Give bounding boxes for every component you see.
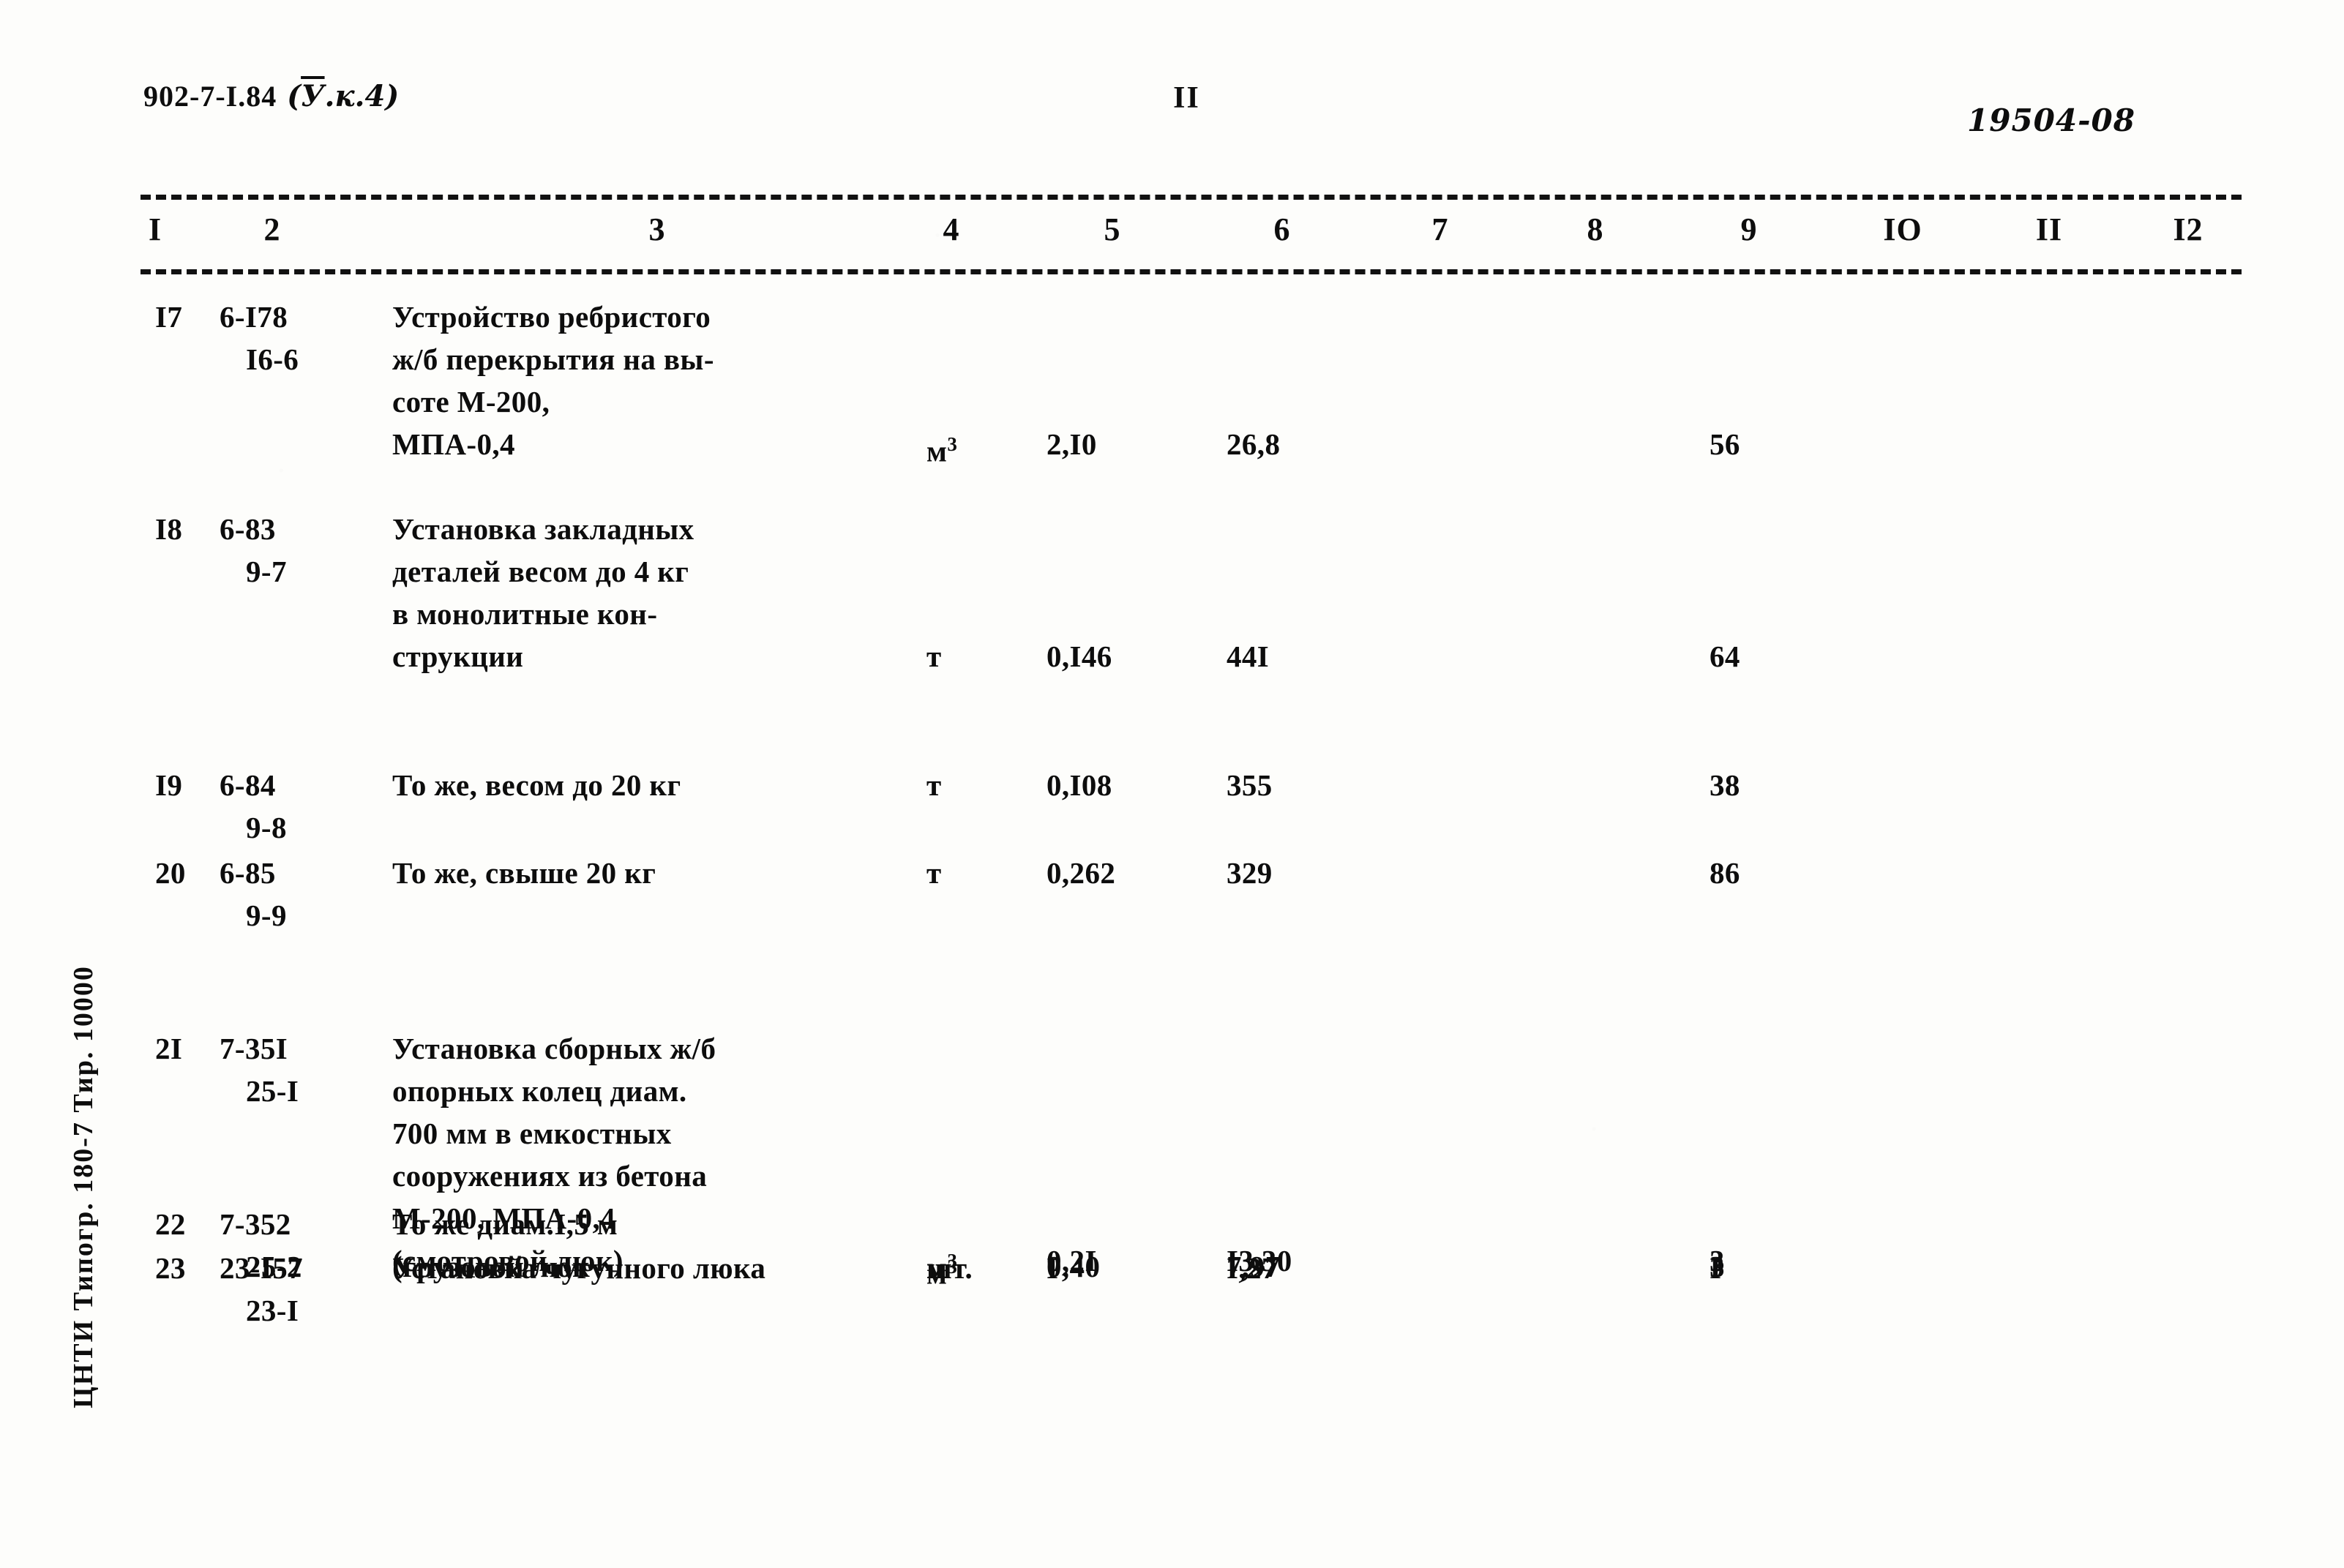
- row-unit: т: [926, 856, 942, 890]
- row-unit: шт.: [926, 1251, 973, 1285]
- row-description-line: ж/б перекрытия на вы-: [392, 342, 714, 376]
- column-header-12: I2: [2173, 211, 2203, 247]
- row-description-line: Устройство ребристого: [392, 300, 711, 334]
- row-description-line: деталей весом до 4 кг: [392, 555, 689, 588]
- row-description-line: сооружениях из бетона: [392, 1159, 708, 1193]
- column-header-4: 4: [943, 211, 960, 247]
- row-value-col9: I: [1710, 1251, 1722, 1285]
- row-norm-code-2: 9-9: [246, 899, 287, 932]
- row-description-line: Установка сборных ж/б: [392, 1032, 716, 1065]
- row-description-line: соте М-200,: [392, 385, 550, 419]
- column-header-7: 7: [1431, 211, 1449, 247]
- row-value-col9: 38: [1710, 768, 1740, 802]
- row-position-number: 2I: [155, 1032, 183, 1065]
- unit-exponent: 3: [947, 433, 958, 455]
- row-value-col6: 355: [1227, 768, 1273, 802]
- row-norm-code-1: 7-352: [220, 1207, 291, 1241]
- row-description-line: То же, свыше 20 кг: [392, 856, 656, 890]
- column-header-6: 6: [1273, 211, 1291, 247]
- row-value-col6: 329: [1227, 856, 1273, 890]
- row-value-col5: 0,262: [1046, 856, 1116, 890]
- document-page: 902-7-I.84 (У.к.4) II 19504-08 I23456789…: [0, 0, 2344, 1568]
- row-unit: т: [926, 768, 942, 802]
- row-norm-code-1: 23-I57: [220, 1251, 304, 1285]
- row-description-line: То же диам.I,5 м: [392, 1207, 618, 1241]
- row-position-number: I7: [155, 300, 183, 334]
- row-norm-code-1: 6-84: [220, 768, 276, 802]
- row-description-line: в монолитные кон-: [392, 597, 658, 631]
- table-rule-top: [141, 195, 2242, 200]
- column-header-8: 8: [1587, 211, 1604, 247]
- row-position-number: 22: [155, 1207, 186, 1241]
- row-value-col9: 64: [1710, 639, 1740, 673]
- row-description-line: МПА-0,4: [392, 427, 515, 461]
- table-column-header-row: I 2 3 4 5 6 7 8 9 IO II I2: [0, 211, 2344, 258]
- column-header-10: IO: [1883, 211, 1922, 247]
- column-header-2: 2: [263, 211, 281, 247]
- unit-text: м: [926, 434, 948, 468]
- row-value-col5: 0,I08: [1046, 768, 1112, 802]
- row-description-line: Установка чугунного люка: [392, 1251, 766, 1285]
- row-norm-code-1: 6-83: [220, 512, 276, 546]
- table-rule-bottom: [141, 269, 2242, 274]
- row-description-line: Установка закладных: [392, 512, 694, 546]
- column-header-1: I: [148, 211, 162, 247]
- column-header-9: 9: [1740, 211, 1758, 247]
- row-value-col9: 86: [1710, 856, 1740, 890]
- row-position-number: I9: [155, 768, 183, 802]
- row-value-col6: 44I: [1227, 639, 1270, 673]
- row-norm-code-1: 7-35I: [220, 1032, 288, 1065]
- row-description-line: То же, весом до 20 кг: [392, 768, 681, 802]
- row-norm-code-2: 9-8: [246, 811, 287, 844]
- row-position-number: 20: [155, 856, 186, 890]
- row-value-col5: 2,I0: [1046, 427, 1097, 461]
- row-norm-code-1: 6-85: [220, 856, 276, 890]
- row-position-number: I8: [155, 512, 183, 546]
- row-value-col5: I: [1046, 1251, 1059, 1285]
- row-unit: м3: [926, 423, 1014, 473]
- row-value-col5: 0,I46: [1046, 639, 1112, 673]
- row-value-col6: I,27: [1227, 1251, 1277, 1285]
- row-description-line: струкции: [392, 639, 524, 673]
- archive-number: 19504-08: [1967, 102, 2135, 138]
- column-header-11: II: [2035, 211, 2063, 247]
- printer-imprint: ЦНТИ Типогр. 180-7 Тир. 10000: [68, 965, 99, 1408]
- row-description-line: опорных колец диам.: [392, 1074, 687, 1108]
- row-norm-code-2: 23-I: [246, 1294, 299, 1327]
- row-position-number: 23: [155, 1251, 186, 1285]
- column-header-5: 5: [1104, 211, 1121, 247]
- column-header-3: 3: [648, 211, 666, 247]
- row-value-col6: 26,8: [1227, 427, 1281, 461]
- row-description-line: 700 мм в емкостных: [392, 1117, 672, 1150]
- row-value-col9: 56: [1710, 427, 1740, 461]
- row-unit: т: [926, 639, 942, 673]
- row-norm-code-1: 6-I78: [220, 300, 288, 334]
